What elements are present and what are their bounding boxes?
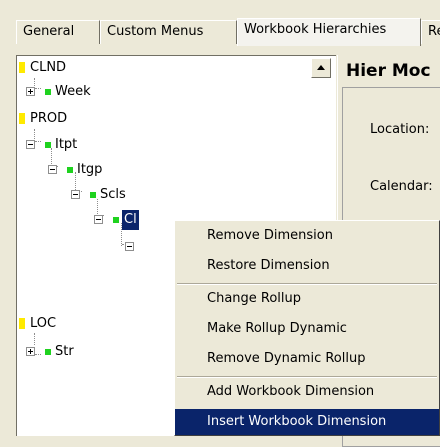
tab-general[interactable]: General [16, 20, 100, 44]
tree-node-cl[interactable]: Cl [17, 210, 187, 230]
dimension-icon [19, 113, 25, 124]
level-icon [67, 167, 73, 173]
panel-title: Hier Moc [346, 61, 431, 81]
level-icon [45, 349, 51, 355]
tab-rea[interactable]: Rea [421, 20, 440, 44]
tree-node-label: LOC [30, 316, 57, 331]
dimension-icon [19, 318, 25, 329]
tree-node-itpt[interactable]: Itpt [17, 135, 167, 155]
calendar-label: Calendar: [370, 179, 433, 194]
level-icon [45, 89, 51, 95]
menu-item-insert-workbook-dimension[interactable]: Insert Workbook Dimension [175, 409, 439, 435]
menu-item-make-rollup-dynamic[interactable]: Make Rollup Dynamic [175, 316, 439, 342]
menu-separator [177, 283, 437, 285]
expand-icon[interactable] [26, 87, 35, 96]
level-icon [45, 142, 51, 148]
tab-label: Rea [428, 24, 440, 39]
menu-item-add-workbook-dimension[interactable]: Add Workbook Dimension [175, 379, 439, 405]
menu-item-restore-dimension[interactable]: Restore Dimension [175, 253, 439, 279]
collapse-icon[interactable] [26, 140, 35, 149]
tab-label: Custom Menus [107, 24, 204, 39]
tree-node-label: Itpt [55, 137, 78, 152]
tree-node-label-selected: Cl [122, 210, 139, 230]
tree-node-label: Scls [100, 187, 126, 202]
tab-strip: General Custom Menus Workbook Hierarchie… [16, 18, 440, 46]
tree-node-prod[interactable]: PROD [17, 109, 167, 129]
arrow-up-icon [317, 65, 325, 70]
menu-separator [177, 376, 437, 378]
tree-node-label: Str [55, 344, 74, 359]
menu-item-label: Make Rollup Dynamic [207, 321, 347, 336]
tree-node-week[interactable]: Week [17, 82, 167, 102]
menu-item-label: Remove Dynamic Rollup [207, 351, 366, 366]
tab-custom-menus[interactable]: Custom Menus [100, 20, 237, 44]
tree-node-child[interactable] [17, 237, 167, 257]
context-menu: Remove Dimension Restore Dimension Chang… [174, 220, 440, 436]
expand-icon[interactable] [26, 347, 35, 356]
menu-item-label: Add Workbook Dimension [207, 384, 375, 399]
tree-node-label: CLND [30, 60, 67, 75]
tree-node-clnd[interactable]: CLND [17, 58, 167, 78]
tree-node-scls[interactable]: Scls [17, 185, 167, 205]
level-icon [113, 217, 119, 223]
collapse-icon[interactable] [48, 165, 57, 174]
menu-item-label: Change Rollup [207, 291, 302, 306]
menu-item-change-rollup[interactable]: Change Rollup [175, 286, 439, 312]
tree-node-loc[interactable]: LOC [17, 314, 167, 334]
menu-item-label: Restore Dimension [207, 258, 330, 273]
location-label: Location: [370, 122, 430, 137]
menu-item-remove-dynamic-rollup[interactable]: Remove Dynamic Rollup [175, 346, 439, 372]
menu-item-remove-dimension[interactable]: Remove Dimension [175, 223, 439, 249]
collapse-icon[interactable] [125, 242, 134, 251]
tree-node-str[interactable]: Str [17, 342, 167, 362]
dimension-icon [19, 62, 25, 73]
menu-item-label: Remove Dimension [207, 228, 333, 243]
tree-node-label: Week [55, 84, 91, 99]
tab-label: General [23, 24, 75, 39]
tree-node-itgp[interactable]: Itgp [17, 160, 167, 180]
tab-label: Workbook Hierarchies [244, 22, 387, 37]
collapse-icon[interactable] [71, 190, 80, 199]
level-icon [90, 192, 96, 198]
tree-node-label: PROD [30, 111, 68, 126]
tree-node-label: Itgp [77, 162, 103, 177]
collapse-icon[interactable] [94, 215, 103, 224]
scroll-up-button[interactable] [311, 58, 331, 78]
tab-workbook-hierarchies[interactable]: Workbook Hierarchies [237, 18, 421, 46]
menu-item-label: Insert Workbook Dimension [207, 414, 387, 429]
